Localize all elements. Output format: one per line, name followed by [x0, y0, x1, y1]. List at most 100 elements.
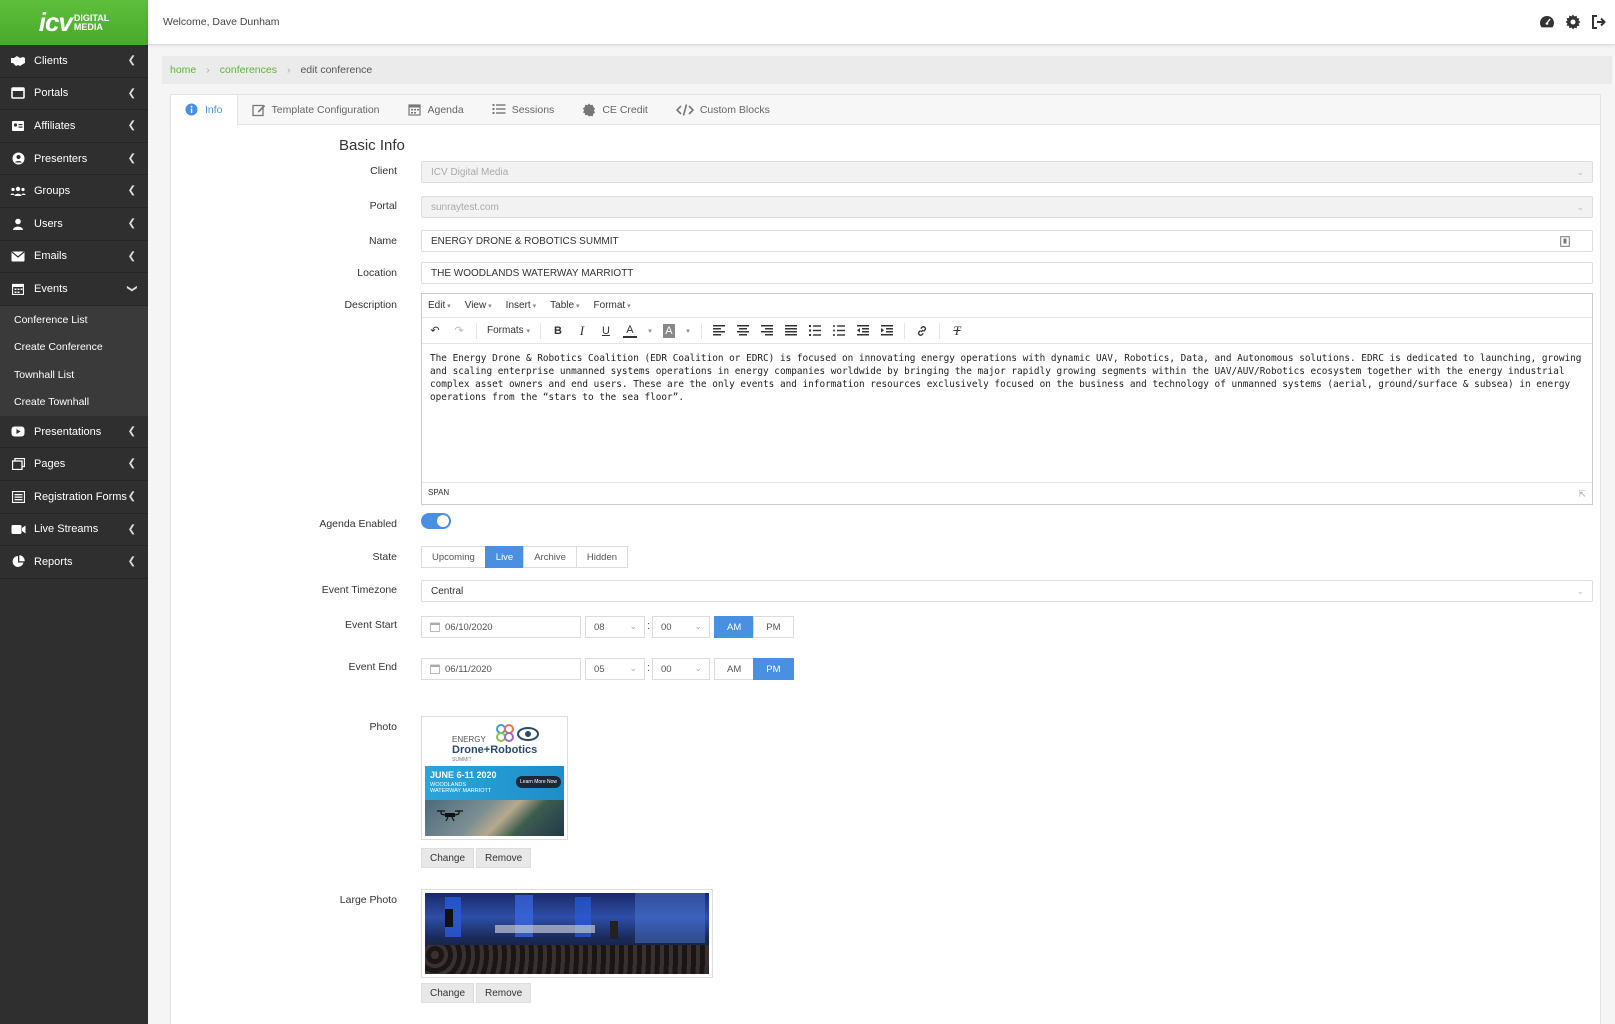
edit-icon	[251, 103, 266, 117]
align-left-icon[interactable]	[712, 324, 726, 338]
photo-thumbnail: ENERGY Drone+Robotics SUMMIT JUNE 6-11 2…	[421, 716, 568, 840]
align-right-icon[interactable]	[760, 324, 774, 338]
sidebar-item-affiliates[interactable]: Affiliates ❮	[0, 110, 148, 143]
list-icon	[10, 490, 26, 503]
sidebar-item-emails[interactable]: Emails ❮	[0, 241, 148, 274]
dashboard-icon[interactable]	[1539, 14, 1555, 30]
chevron-down-icon: ⌄	[629, 663, 637, 673]
chevron-left-icon: ❮	[127, 490, 136, 502]
submenu-create-townhall[interactable]: Create Townhall	[0, 388, 148, 416]
chevron-down-icon[interactable]: ▾	[685, 324, 691, 338]
sidebar-item-pages[interactable]: Pages ❮	[0, 448, 148, 481]
sidebar-item-presentations[interactable]: Presentations ❮	[0, 416, 148, 449]
sidebar-item-registration-forms[interactable]: Registration Forms ❮	[0, 481, 148, 514]
event-start-minute-select[interactable]: 00 ⌄	[652, 616, 710, 638]
editor-menu-view[interactable]: View	[465, 300, 492, 311]
indent-icon[interactable]	[880, 324, 894, 338]
gear-icon[interactable]	[1565, 14, 1581, 30]
large-photo-change-button[interactable]: Change	[421, 983, 475, 1003]
portal-select[interactable]: sunraytest.com ⌄	[421, 196, 1593, 218]
logo[interactable]: icv DIGITAL MEDIA	[0, 0, 148, 45]
chevron-down-icon: ⌄	[1576, 167, 1584, 177]
clear-formatting-icon[interactable]: T	[950, 323, 964, 338]
client-select[interactable]: ICV Digital Media ⌄	[421, 161, 1593, 183]
event-end-am-button[interactable]: AM	[714, 658, 755, 680]
align-justify-icon[interactable]	[784, 324, 798, 338]
link-icon[interactable]	[915, 324, 929, 338]
editor-menu-insert[interactable]: Insert	[506, 300, 536, 311]
bullet-list-icon[interactable]	[832, 324, 846, 338]
photo-change-button[interactable]: Change	[421, 848, 475, 868]
clipboard-icon[interactable]	[1560, 236, 1570, 250]
tab-custom-blocks[interactable]: Custom Blocks	[662, 95, 784, 124]
redo-icon[interactable]: ↷	[452, 324, 466, 338]
submenu-townhall-list[interactable]: Townhall List	[0, 361, 148, 389]
sidebar-item-clients[interactable]: Clients ❮	[0, 45, 148, 78]
location-input[interactable]: THE WOODLANDS WATERWAY MARRIOTT	[421, 262, 1593, 284]
video-icon	[10, 523, 26, 535]
state-live-button[interactable]: Live	[484, 546, 525, 568]
state-upcoming-button[interactable]: Upcoming	[421, 546, 486, 568]
top-bar: Welcome, Dave Dunham	[148, 0, 1615, 45]
state-hidden-button[interactable]: Hidden	[575, 546, 629, 568]
code-icon	[675, 103, 694, 117]
underline-icon[interactable]: U	[599, 324, 613, 338]
large-photo-remove-button[interactable]: Remove	[476, 983, 532, 1003]
sidebar-item-presenters[interactable]: Presenters ❮	[0, 143, 148, 176]
sidebar-item-portals[interactable]: Portals ❮	[0, 78, 148, 111]
breadcrumb-home[interactable]: home	[170, 64, 196, 76]
bold-icon[interactable]: B	[551, 324, 565, 338]
editor-menu-format[interactable]: Format	[594, 300, 631, 311]
background-color-icon[interactable]: A	[662, 323, 675, 338]
tab-sessions[interactable]: Sessions	[478, 95, 569, 124]
event-timezone-select[interactable]: Central ⌄	[421, 580, 1593, 602]
tab-agenda[interactable]: Agenda	[394, 95, 478, 124]
section-title: Basic Info	[339, 137, 405, 154]
event-start-hour-select[interactable]: 08 ⌄	[585, 616, 645, 638]
agenda-enabled-toggle[interactable]	[421, 513, 451, 529]
event-start-am-button[interactable]: AM	[714, 616, 755, 638]
breadcrumb-conferences[interactable]: conferences	[220, 64, 277, 76]
client-label: Client	[370, 165, 397, 177]
sidebar-item-live-streams[interactable]: Live Streams ❮	[0, 514, 148, 547]
italic-icon[interactable]: I	[575, 323, 589, 338]
chevron-down-icon: ❮	[126, 284, 138, 293]
event-end-date-input[interactable]: 06/11/2020	[421, 658, 581, 680]
tab-ce-credit[interactable]: CE Credit	[568, 95, 662, 124]
tab-template-configuration[interactable]: Template Configuration	[238, 95, 394, 124]
text-color-icon[interactable]: A	[622, 324, 637, 338]
youtube-icon	[10, 426, 26, 438]
event-start-pm-button[interactable]: PM	[753, 616, 794, 638]
sidebar-item-reports[interactable]: Reports ❮	[0, 546, 148, 579]
sidebar-item-users[interactable]: Users ❮	[0, 208, 148, 241]
editor-toolbar: ↶ ↷ Formats ▾ B I U A ▾ A ▾ T	[422, 318, 1592, 344]
sidebar-item-groups[interactable]: Groups ❮	[0, 175, 148, 208]
name-input[interactable]: ENERGY DRONE & ROBOTICS SUMMIT	[421, 230, 1593, 252]
description-editor: Edit View Insert Table Format ↶ ↷ Format…	[421, 293, 1593, 505]
submenu-create-conference[interactable]: Create Conference	[0, 333, 148, 361]
numbered-list-icon[interactable]	[808, 324, 822, 338]
align-center-icon[interactable]	[736, 324, 750, 338]
breadcrumb-current: edit conference	[300, 64, 373, 76]
info-icon	[185, 103, 199, 117]
editor-menu-table[interactable]: Table	[550, 300, 579, 311]
event-end-hour-select[interactable]: 05 ⌄	[585, 658, 645, 680]
learn-more-badge: Learn More Now	[516, 776, 561, 788]
editor-content[interactable]: The Energy Drone & Robotics Coalition (E…	[422, 344, 1592, 482]
photo-remove-button[interactable]: Remove	[476, 848, 532, 868]
event-end-minute-select[interactable]: 00 ⌄	[652, 658, 710, 680]
welcome-text: Welcome, Dave Dunham	[163, 16, 280, 28]
tab-info[interactable]: Info	[171, 95, 238, 125]
undo-icon[interactable]: ↶	[428, 324, 442, 338]
formats-dropdown[interactable]: Formats ▾	[487, 325, 530, 336]
event-start-date-input[interactable]: 06/10/2020	[421, 616, 581, 638]
editor-menu-edit[interactable]: Edit	[428, 300, 451, 311]
resize-handle-icon[interactable]: ⇱	[1578, 489, 1586, 500]
sidebar-item-events[interactable]: Events ❮	[0, 273, 148, 306]
submenu-conference-list[interactable]: Conference List	[0, 306, 148, 334]
chevron-down-icon[interactable]: ▾	[647, 324, 653, 338]
state-archive-button[interactable]: Archive	[523, 546, 577, 568]
event-end-pm-button[interactable]: PM	[753, 658, 794, 680]
outdent-icon[interactable]	[856, 324, 870, 338]
logout-icon[interactable]	[1591, 14, 1607, 30]
